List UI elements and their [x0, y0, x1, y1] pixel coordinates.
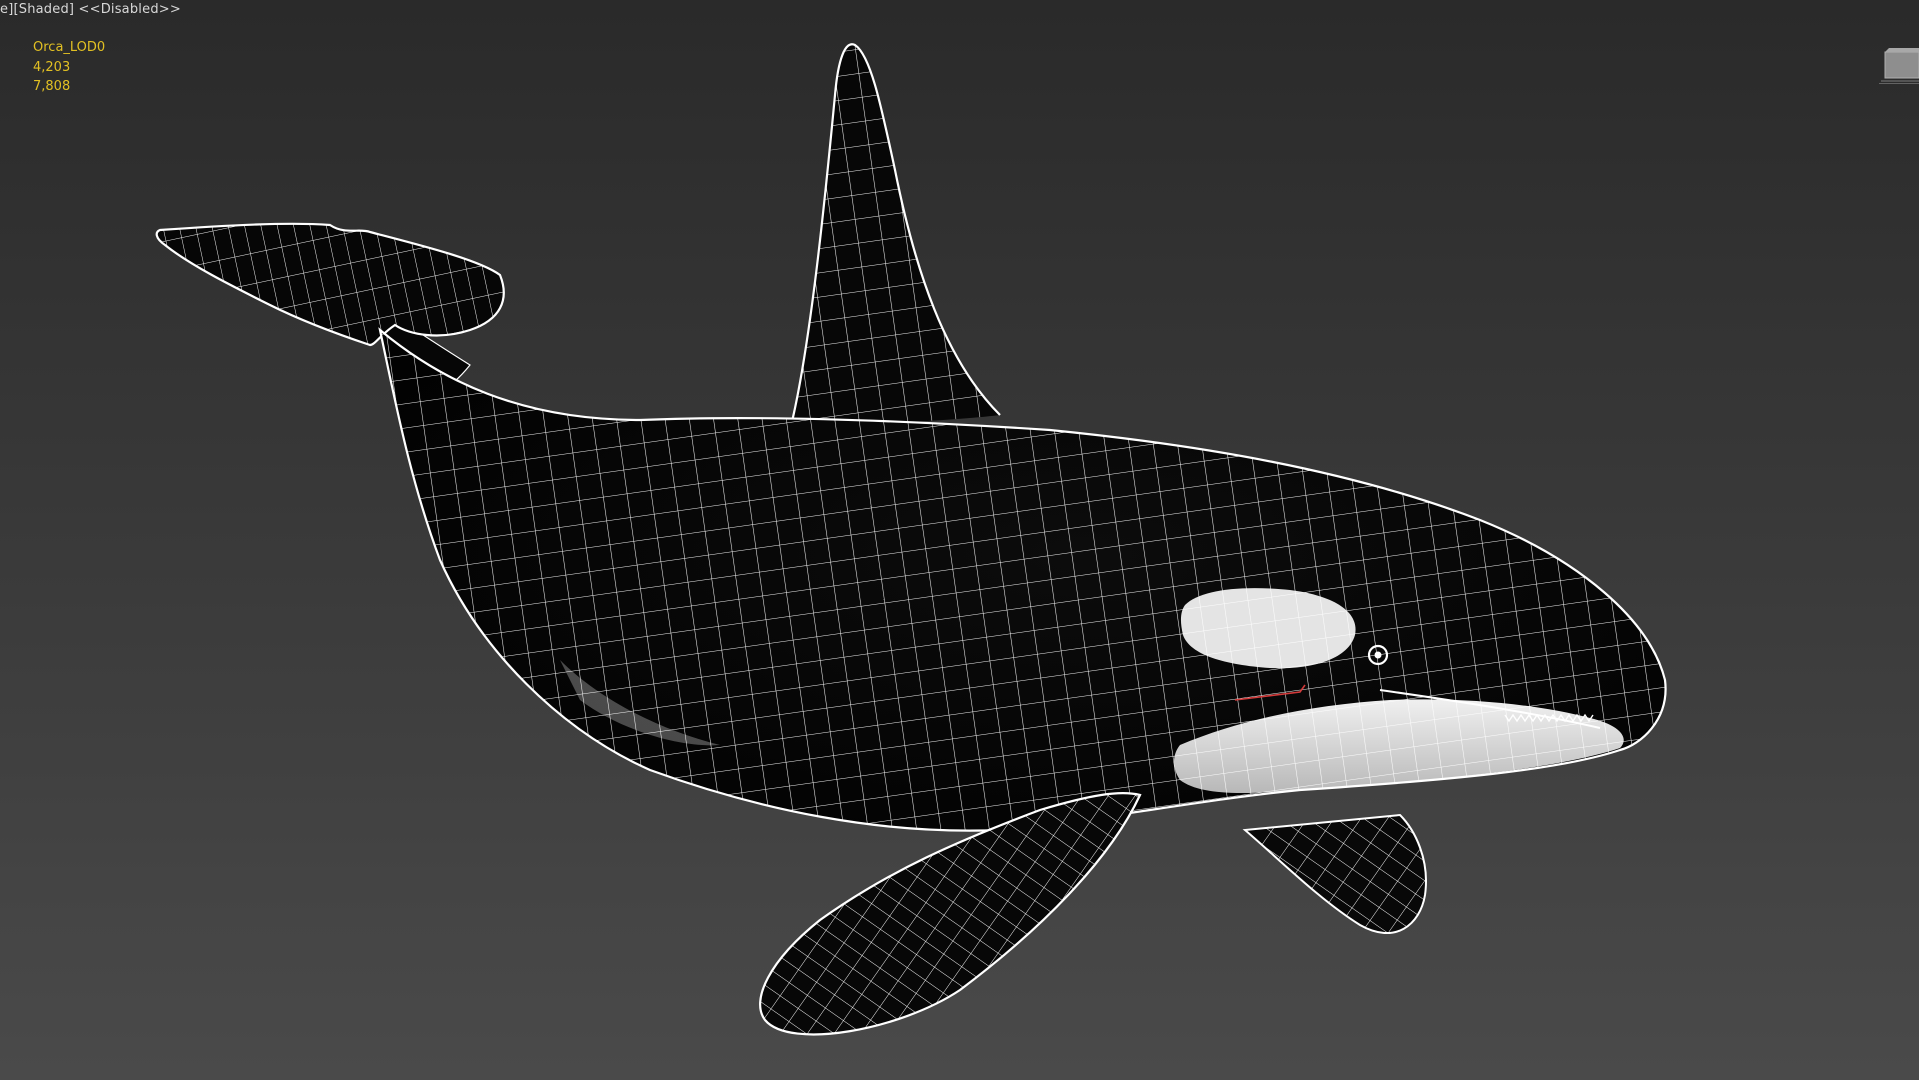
vertex-count: 4,203	[33, 59, 71, 75]
orca-wireframe-model[interactable]	[0, 0, 1919, 1080]
dorsal-fin	[788, 43, 1001, 431]
viewport-shading-label[interactable]: e][Shaded] <<Disabled>>	[0, 2, 181, 17]
right-pectoral-fin	[1242, 813, 1427, 935]
orca-body	[378, 327, 1667, 832]
viewport[interactable]: e][Shaded] <<Disabled>> Orca_LOD0 4,203 …	[0, 0, 1919, 1080]
tail-fluke	[155, 222, 505, 347]
viewcube-icon[interactable]	[1879, 44, 1919, 84]
object-name: Orca_LOD0	[33, 40, 106, 55]
scene-statistics: Orca_LOD0 4,203 7,808	[33, 38, 105, 97]
poly-count: 7,808	[33, 79, 71, 94]
